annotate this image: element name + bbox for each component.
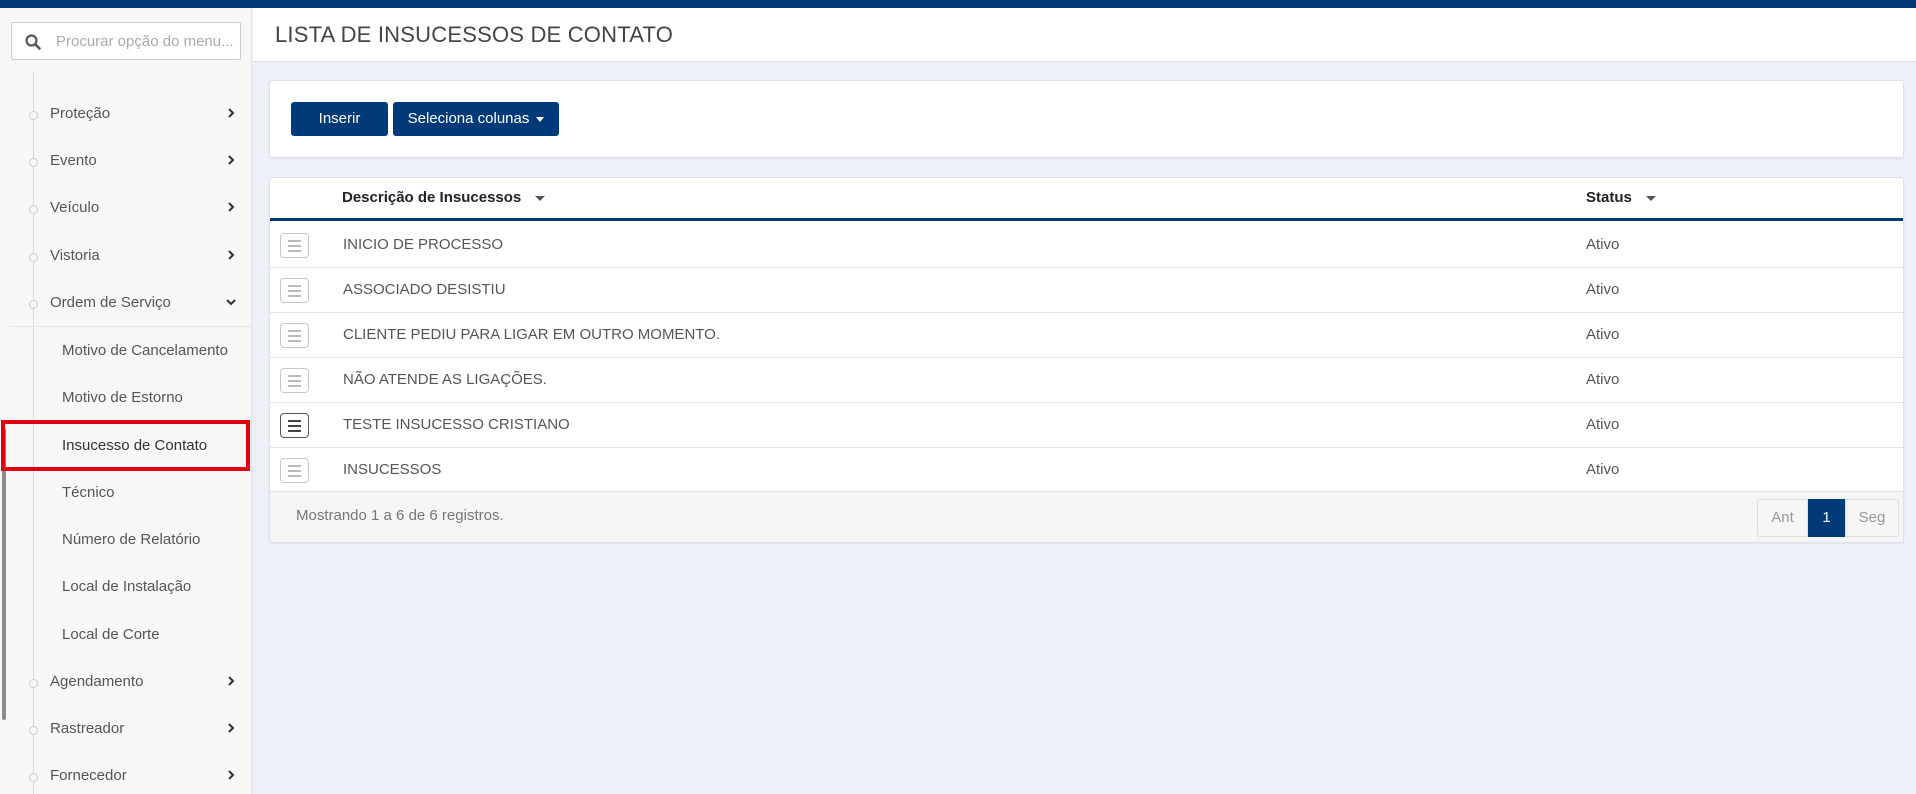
row-menu-button[interactable] [280, 233, 309, 258]
sort-caret-icon [535, 195, 546, 201]
sort-caret-icon [1645, 195, 1656, 201]
column-header-description[interactable]: Descrição de Insucessos [342, 189, 546, 206]
row-status: Ativo [1586, 371, 1620, 388]
menu-search[interactable] [11, 22, 241, 60]
row-menu-button[interactable] [280, 458, 309, 483]
row-description: TESTE INSUCESSO CRISTIANO [343, 416, 570, 433]
sidebar-subitem-motivo-cancelamento[interactable]: Motivo de Cancelamento [0, 328, 251, 374]
sidebar-item-rastreador[interactable]: Rastreador [0, 707, 251, 753]
sidebar-item-ordem-de-servico[interactable]: Ordem de Serviço [0, 281, 251, 327]
select-columns-button[interactable]: Seleciona colunas [393, 102, 559, 136]
chevron-right-icon [228, 723, 235, 733]
sidebar-item-label: Agendamento [50, 673, 144, 690]
row-status: Ativo [1586, 281, 1620, 298]
sidebar-item-fornecedor[interactable]: Fornecedor [0, 754, 251, 794]
sidebar-subitem-label: Local de Corte [62, 626, 160, 643]
select-columns-label: Seleciona colunas [407, 110, 530, 127]
tree-node-dot [29, 205, 38, 214]
sidebar-item-label: Evento [50, 152, 97, 169]
page-header: LISTA DE INSUCESSOS DE CONTATO [253, 8, 1916, 62]
tree-node-dot [29, 300, 38, 309]
chevron-right-icon [228, 202, 235, 212]
row-description: ASSOCIADO DESISTIU [343, 281, 506, 298]
sidebar-subitem-label: Local de Instalação [62, 578, 192, 595]
chevron-right-icon [228, 250, 235, 260]
sidebar-item-label: Fornecedor [50, 767, 127, 784]
sidebar-item-label: Vistoria [50, 247, 100, 264]
chevron-right-icon [228, 770, 235, 780]
table-header: Descrição de Insucessos Status [270, 178, 1903, 221]
column-header-label: Descrição de Insucessos [342, 189, 522, 206]
row-status: Ativo [1586, 461, 1620, 478]
row-description: NÃO ATENDE AS LIGAÇÕES. [343, 371, 547, 388]
table-row: INICIO DE PROCESSO Ativo [270, 223, 1903, 268]
column-header-label: Status [1586, 189, 1632, 206]
insert-button[interactable]: Inserir [291, 102, 388, 136]
toolbar-panel: Inserir Seleciona colunas [269, 80, 1904, 158]
sidebar-item-protecao[interactable]: Proteção [0, 92, 251, 138]
row-menu-button[interactable] [280, 368, 309, 393]
column-header-status[interactable]: Status [1586, 189, 1656, 206]
sidebar-item-veiculo[interactable]: Veículo [0, 186, 251, 232]
tree-node-dot [29, 679, 38, 688]
tree-node-dot [29, 158, 38, 167]
sidebar-subitem-numero-relatorio[interactable]: Número de Relatório [0, 517, 251, 563]
chevron-right-icon [228, 155, 235, 165]
row-description: INSUCESSOS [343, 461, 442, 478]
pagination-prev[interactable]: Ant [1757, 499, 1808, 537]
sidebar-item-label: Rastreador [50, 720, 125, 737]
row-menu-button[interactable] [280, 413, 309, 438]
pagination-page-1[interactable]: 1 [1808, 499, 1845, 537]
sidebar-subitem-label: Técnico [62, 484, 115, 501]
table-row: TESTE INSUCESSO CRISTIANO Ativo [270, 403, 1903, 448]
search-icon [25, 34, 41, 50]
table-footer: Mostrando 1 a 6 de 6 registros. Ant 1 Se… [270, 491, 1903, 542]
menu-search-input[interactable] [56, 25, 236, 57]
sidebar: Proteção Evento Veículo Vistoria Ordem d… [0, 8, 252, 794]
sidebar-subitem-tecnico[interactable]: Técnico [0, 470, 251, 516]
row-menu-button[interactable] [280, 323, 309, 348]
caret-down-icon [536, 116, 545, 122]
tree-node-dot [29, 111, 38, 120]
tree-node-dot [29, 726, 38, 735]
sidebar-subitem-label: Motivo de Estorno [62, 389, 183, 406]
chevron-right-icon [228, 108, 235, 118]
row-status: Ativo [1586, 416, 1620, 433]
pagination-next[interactable]: Seg [1845, 499, 1899, 537]
data-table: Descrição de Insucessos Status INICIO DE… [269, 177, 1904, 543]
highlight-box [1, 420, 250, 471]
row-status: Ativo [1586, 326, 1620, 343]
insert-button-label: Inserir [318, 110, 361, 127]
sidebar-item-agendamento[interactable]: Agendamento [0, 660, 251, 706]
chevron-down-icon [226, 299, 236, 306]
page-title: LISTA DE INSUCESSOS DE CONTATO [275, 22, 674, 47]
sidebar-subitem-label: Número de Relatório [62, 531, 201, 548]
tree-node-dot [29, 253, 38, 262]
row-description: INICIO DE PROCESSO [343, 236, 504, 253]
sidebar-item-label: Veículo [50, 199, 100, 216]
chevron-right-icon [228, 676, 235, 686]
sidebar-subitem-local-corte[interactable]: Local de Corte [0, 612, 251, 658]
sidebar-item-label: Ordem de Serviço [50, 294, 171, 311]
row-description: CLIENTE PEDIU PARA LIGAR EM OUTRO MOMENT… [343, 326, 720, 343]
tree-node-dot [29, 773, 38, 782]
sidebar-subitem-label: Motivo de Cancelamento [62, 342, 228, 359]
sidebar-subitem-motivo-estorno[interactable]: Motivo de Estorno [0, 375, 251, 421]
table-row: ASSOCIADO DESISTIU Ativo [270, 268, 1903, 313]
table-row: NÃO ATENDE AS LIGAÇÕES. Ativo [270, 358, 1903, 403]
divider [10, 326, 251, 327]
records-summary: Mostrando 1 a 6 de 6 registros. [296, 507, 504, 524]
row-menu-button[interactable] [280, 278, 309, 303]
table-row: CLIENTE PEDIU PARA LIGAR EM OUTRO MOMENT… [270, 313, 1903, 358]
sidebar-item-evento[interactable]: Evento [0, 139, 251, 185]
top-accent-bar [0, 0, 1916, 8]
sidebar-subitem-local-instalacao[interactable]: Local de Instalação [0, 564, 251, 610]
sidebar-item-vistoria[interactable]: Vistoria [0, 234, 251, 280]
row-status: Ativo [1586, 236, 1620, 253]
table-row: INSUCESSOS Ativo [270, 448, 1903, 493]
sidebar-item-label: Proteção [50, 105, 111, 122]
